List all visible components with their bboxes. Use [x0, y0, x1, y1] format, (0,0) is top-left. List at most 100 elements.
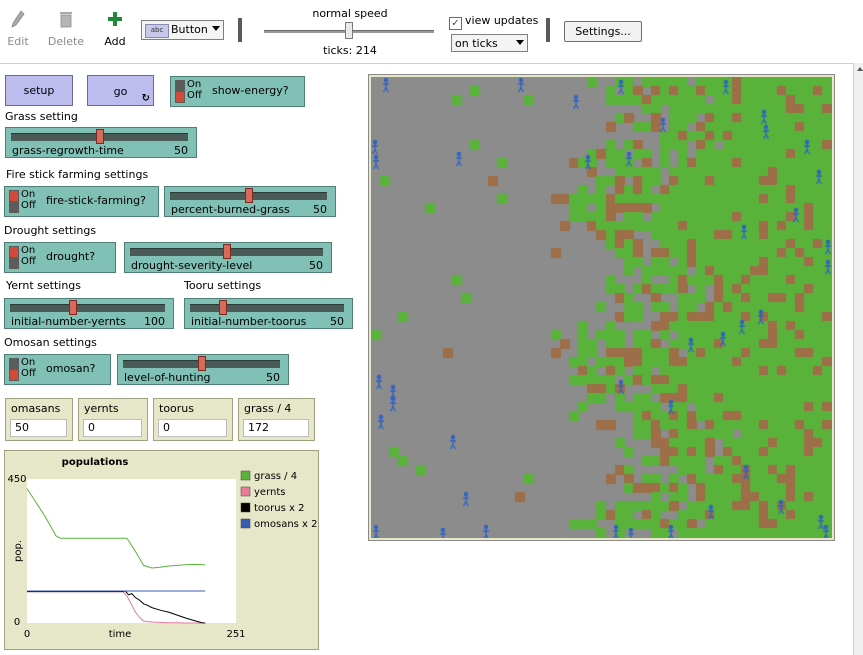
slider-name: level-of-hunting	[124, 371, 211, 384]
populations-plot: populations 0 251 time 0 450 pop. grass / 4 yern…	[4, 450, 319, 650]
delete-label: Delete	[47, 35, 85, 48]
monitor-name: toorus	[159, 402, 194, 415]
drought-severity-slider[interactable]: drought-severity-level 50	[124, 242, 332, 273]
add-button[interactable]: Add	[95, 10, 135, 48]
legend-label: omosans x 2	[254, 519, 318, 530]
switch-on-label: On	[21, 357, 36, 368]
toolbar-divider	[546, 18, 550, 42]
toolbar: Edit Delete Add abc Button normal speed …	[0, 0, 863, 64]
switch-off-label: Off	[21, 368, 36, 379]
grass-monitor: grass / 4 172	[238, 398, 315, 441]
monitor-name: omasans	[11, 402, 61, 415]
view-updates-checkbox[interactable]: ✓ view updates	[449, 14, 538, 30]
drought-section-label: Drought settings	[4, 224, 97, 237]
go-button[interactable]: go ↻	[87, 75, 154, 106]
update-mode-select[interactable]: on ticks	[451, 34, 528, 52]
settings-button[interactable]: Settings...	[564, 21, 642, 42]
y-tick-label: 450	[7, 474, 26, 485]
initial-toorus-slider[interactable]: initial-number-toorus 50	[184, 298, 353, 329]
toolbar-divider	[238, 18, 242, 42]
switch-on-label: On	[187, 79, 202, 90]
forever-icon: ↻	[141, 93, 150, 104]
switch-off-label: Off	[21, 256, 36, 267]
switch-on-label: On	[21, 245, 36, 256]
switch-toggle[interactable]	[9, 358, 19, 381]
tooru-section-label: Tooru settings	[184, 279, 262, 292]
slider-thumb[interactable]	[244, 188, 253, 203]
view-updates-label: view updates	[465, 14, 539, 27]
world-canvas[interactable]	[371, 77, 832, 538]
drought-switch[interactable]: On Off drought?	[4, 242, 116, 273]
slider-thumb[interactable]	[68, 300, 77, 315]
omosan-switch[interactable]: On Off omosan?	[4, 354, 111, 385]
legend-swatch	[240, 486, 251, 497]
grass-regrowth-slider[interactable]: grass-regrowth-time 50	[5, 127, 197, 158]
slider-value: 50	[313, 203, 327, 216]
switch-name: drought?	[46, 250, 96, 263]
world-view[interactable]	[368, 74, 835, 541]
level-of-hunting-slider[interactable]: level-of-hunting 50	[117, 354, 289, 385]
slider-thumb[interactable]	[222, 244, 231, 259]
speed-label: normal speed	[312, 7, 388, 20]
switch-toggle[interactable]	[9, 190, 19, 213]
toorus-monitor: toorus 0	[153, 398, 233, 441]
slider-thumb[interactable]	[95, 129, 104, 144]
plot-area	[27, 479, 236, 623]
chevron-down-icon	[516, 40, 524, 45]
ticks-counter: ticks: 214	[323, 44, 377, 57]
switch-name: omosan?	[46, 362, 96, 375]
trash-icon	[60, 12, 72, 28]
slider-name: drought-severity-level	[131, 259, 253, 272]
vertical-scrollbar[interactable]	[853, 63, 863, 655]
grass-section-label: Grass setting	[5, 110, 78, 123]
y-axis-label: pop.	[13, 540, 24, 562]
edit-label: Edit	[7, 35, 29, 48]
slider-track[interactable]	[190, 304, 344, 312]
y-tick-label: 0	[14, 617, 20, 628]
fire-section-label: Fire stick farming settings	[6, 168, 149, 181]
legend-label: yernts	[254, 487, 285, 498]
setup-button[interactable]: setup	[5, 75, 73, 106]
switch-on-label: On	[21, 189, 36, 200]
show-energy-switch[interactable]: On Off show-energy?	[170, 76, 305, 107]
slider-value: 50	[330, 315, 344, 328]
slider-thumb[interactable]	[219, 300, 228, 315]
delete-button[interactable]: Delete	[46, 10, 86, 48]
monitor-value: 0	[83, 419, 142, 437]
plot-title: populations	[62, 457, 129, 468]
slider-thumb[interactable]	[197, 356, 206, 371]
initial-yernts-slider[interactable]: initial-number-yernts 100	[4, 298, 174, 329]
slider-name: initial-number-yernts	[11, 315, 126, 328]
switch-toggle[interactable]	[9, 246, 19, 269]
edit-button[interactable]: Edit	[0, 10, 38, 48]
switch-name: fire-stick-farming?	[46, 194, 146, 207]
slider-value: 50	[266, 371, 280, 384]
legend-swatch	[240, 470, 251, 481]
slider-value: 50	[174, 144, 188, 157]
monitor-value: 172	[243, 419, 309, 437]
yernt-section-label: Yernt settings	[6, 279, 82, 292]
switch-toggle[interactable]	[175, 80, 185, 103]
plus-icon	[108, 12, 122, 26]
switch-name: show-energy?	[212, 84, 289, 97]
widget-type-select[interactable]: abc Button	[141, 20, 224, 40]
pencil-icon	[11, 10, 25, 28]
slider-track[interactable]	[10, 304, 165, 312]
slider-value: 100	[144, 315, 165, 328]
slider-name: grass-regrowth-time	[12, 144, 124, 157]
slider-name: initial-number-toorus	[191, 315, 307, 328]
percent-burned-slider[interactable]: percent-burned-grass 50	[164, 186, 336, 217]
monitor-value: 0	[158, 419, 227, 437]
slider-name: percent-burned-grass	[171, 203, 290, 216]
fire-stick-farming-switch[interactable]: On Off fire-stick-farming?	[4, 186, 159, 217]
update-mode-value: on ticks	[455, 37, 498, 50]
monitor-name: yernts	[84, 402, 119, 415]
scroll-up-icon[interactable]	[857, 67, 863, 71]
legend-label: grass / 4	[254, 471, 297, 482]
monitor-name: grass / 4	[244, 402, 292, 415]
speed-slider-thumb[interactable]	[345, 22, 353, 39]
legend-swatch	[240, 518, 251, 529]
omasans-monitor: omasans 50	[5, 398, 73, 441]
switch-off-label: Off	[187, 90, 202, 101]
widget-badge-icon: abc	[145, 24, 169, 38]
